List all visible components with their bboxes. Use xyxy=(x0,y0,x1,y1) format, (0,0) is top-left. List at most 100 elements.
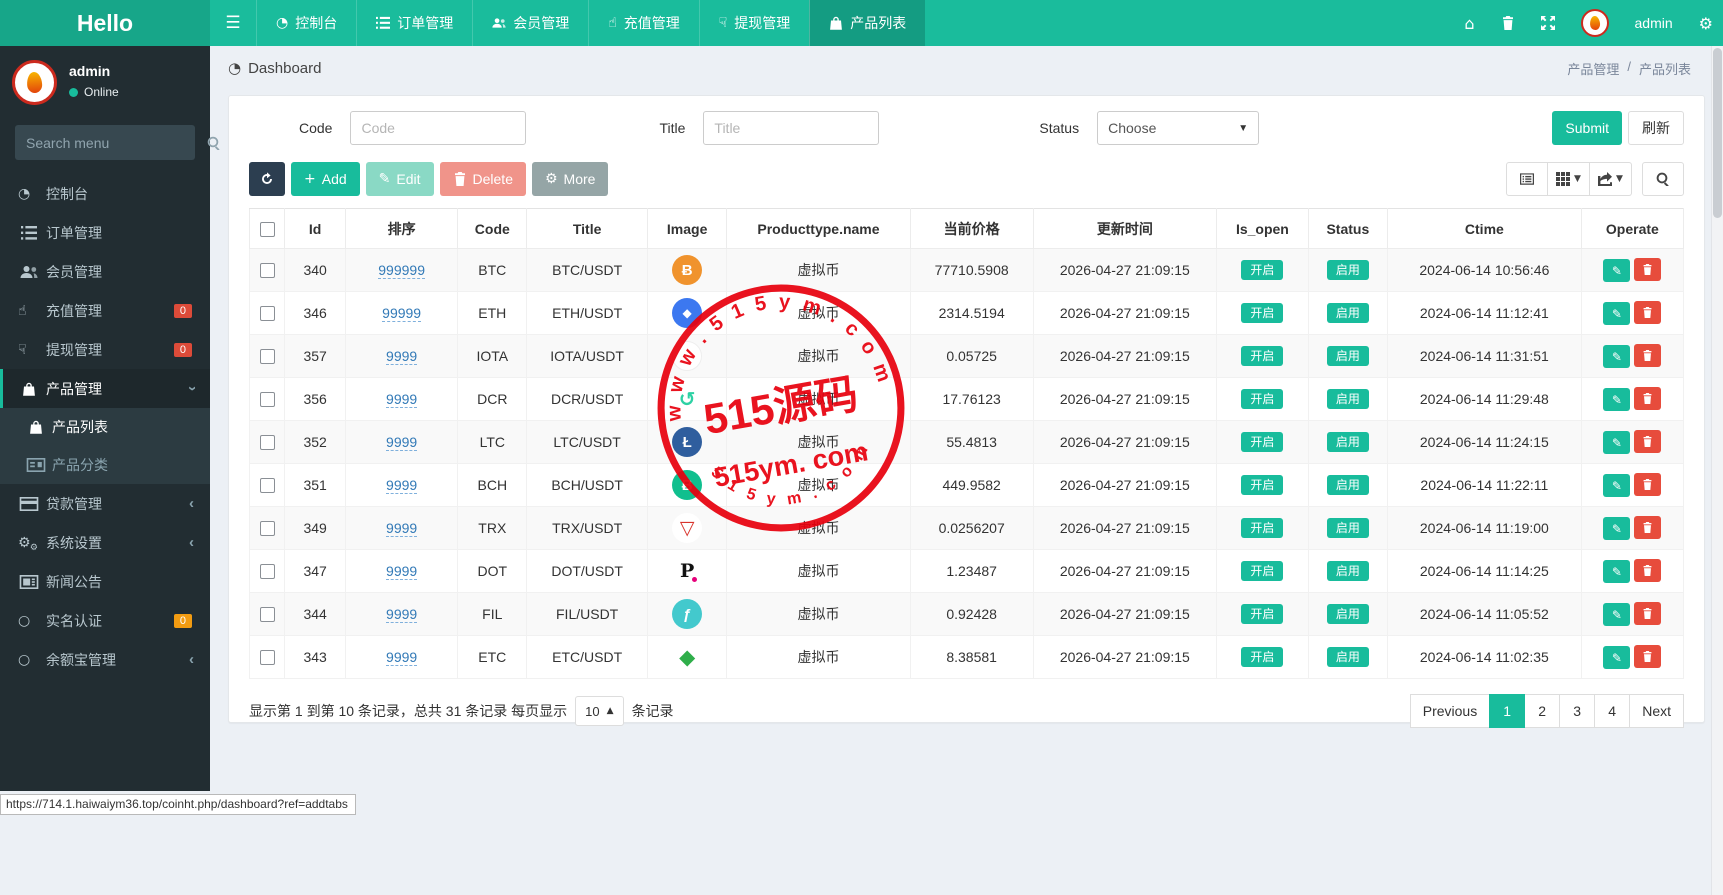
row-edit-button[interactable]: ✎ xyxy=(1603,345,1631,369)
scrollbar-thumb[interactable] xyxy=(1713,48,1722,218)
sidebar-item-5[interactable]: ☟ 提现管理 0 xyxy=(0,330,210,369)
row-edit-button[interactable]: ✎ xyxy=(1603,560,1631,584)
status-filter-select[interactable]: Choose ▼ xyxy=(1097,111,1260,145)
user-settings-gear-icon[interactable]: ⚙ xyxy=(1699,14,1713,33)
sidebar-item-9[interactable]: 新闻公告 xyxy=(0,562,210,601)
export-button[interactable]: ▼ xyxy=(1590,162,1632,196)
page-size-select[interactable]: 10 ▲ xyxy=(575,696,624,726)
sort-value-link[interactable]: 9999 xyxy=(386,391,418,408)
refresh-table-button[interactable] xyxy=(249,162,285,196)
sidebar-item-3[interactable]: 会员管理 xyxy=(0,252,210,291)
submit-button[interactable]: Submit xyxy=(1552,111,1622,145)
navbar-tab-2[interactable]: 订单管理 xyxy=(356,0,472,46)
sidebar-item-4[interactable]: ☝ 充值管理 0 xyxy=(0,291,210,330)
sidebar-subitem-2[interactable]: 产品分类 xyxy=(0,446,210,484)
search-toggle-button[interactable] xyxy=(1642,162,1684,196)
sort-value-link[interactable]: 999999 xyxy=(378,262,425,279)
search-icon[interactable] xyxy=(207,135,221,151)
title-filter-input[interactable] xyxy=(703,111,880,145)
detail-view-button[interactable] xyxy=(1506,162,1548,196)
row-delete-button[interactable] xyxy=(1634,257,1662,281)
page-button-3[interactable]: 3 xyxy=(1559,694,1596,728)
row-checkbox[interactable] xyxy=(259,650,275,666)
row-edit-button[interactable]: ✎ xyxy=(1603,474,1631,498)
edit-button-toolbar[interactable]: ✎ Edit xyxy=(365,162,434,196)
page-button-1[interactable]: 1 xyxy=(1489,694,1526,728)
add-button[interactable]: + Add xyxy=(291,162,360,196)
row-checkbox[interactable] xyxy=(259,349,275,365)
cell-isopen: 开启 xyxy=(1216,420,1309,464)
breadcrumb-section[interactable]: 产品管理 xyxy=(1567,59,1619,78)
row-delete-button[interactable] xyxy=(1634,472,1662,496)
column-header-11: Ctime xyxy=(1386,208,1582,249)
cell-price: 449.9582 xyxy=(909,463,1034,507)
row-edit-button[interactable]: ✎ xyxy=(1603,259,1631,283)
row-edit-button[interactable]: ✎ xyxy=(1603,646,1631,670)
page-button-2[interactable]: 2 xyxy=(1524,694,1561,728)
sort-value-link[interactable]: 9999 xyxy=(386,606,418,623)
code-filter-input[interactable] xyxy=(350,111,527,145)
user-avatar[interactable] xyxy=(1580,9,1609,37)
status-filter-label: Status xyxy=(1039,120,1080,136)
clear-cache-trash-icon[interactable] xyxy=(1501,15,1515,31)
row-edit-button[interactable]: ✎ xyxy=(1603,603,1631,627)
columns-button[interactable]: ▼ xyxy=(1548,162,1590,196)
row-delete-button[interactable] xyxy=(1634,343,1662,367)
row-checkbox[interactable] xyxy=(259,607,275,623)
sidebar-item-7[interactable]: 贷款管理 ‹ xyxy=(0,484,210,523)
row-delete-button[interactable] xyxy=(1634,515,1662,539)
sidebar-item-10[interactable]: ○ 实名认证 0 xyxy=(0,601,210,640)
more-button[interactable]: ⚙ More xyxy=(531,162,609,196)
row-delete-button[interactable] xyxy=(1634,644,1662,668)
row-checkbox[interactable] xyxy=(259,435,275,451)
navbar-tab-6[interactable]: 产品列表 xyxy=(809,0,926,46)
cell-sort: 9999 xyxy=(344,420,459,464)
row-edit-button[interactable]: ✎ xyxy=(1603,388,1631,412)
navbar-tab-3[interactable]: 会员管理 xyxy=(472,0,588,46)
sidebar-item-1[interactable]: ◔ 控制台 xyxy=(0,174,210,213)
sort-value-link[interactable]: 99999 xyxy=(382,305,422,322)
row-delete-button[interactable] xyxy=(1634,300,1662,324)
sidebar-item-6[interactable]: 产品管理 ‹ xyxy=(0,369,210,408)
sidebar-item-11[interactable]: ○ 余额宝管理 ‹ xyxy=(0,640,210,679)
row-checkbox[interactable] xyxy=(259,392,275,408)
sort-value-link[interactable]: 9999 xyxy=(386,348,418,365)
select-all-checkbox[interactable] xyxy=(259,221,275,237)
row-delete-button[interactable] xyxy=(1634,386,1662,410)
row-delete-button[interactable] xyxy=(1634,429,1662,453)
row-checkbox[interactable] xyxy=(259,478,275,494)
page-button-next[interactable]: Next xyxy=(1629,694,1684,728)
sort-value-link[interactable]: 9999 xyxy=(386,434,418,451)
refresh-filter-button[interactable]: 刷新 xyxy=(1628,111,1684,145)
sort-value-link[interactable]: 9999 xyxy=(386,649,418,666)
page-button-4[interactable]: 4 xyxy=(1594,694,1631,728)
navbar-tab-1[interactable]: ◔ 控制台 xyxy=(256,0,356,46)
sidebar-search-input[interactable] xyxy=(26,134,207,151)
row-edit-button[interactable]: ✎ xyxy=(1603,302,1631,326)
delete-button-toolbar[interactable]: Delete xyxy=(439,162,526,196)
cell-price: 1.23487 xyxy=(909,549,1034,593)
scrollbar[interactable] xyxy=(1711,46,1723,895)
page-button-previous[interactable]: Previous xyxy=(1409,694,1491,728)
home-icon[interactable]: ⌂ xyxy=(1464,14,1474,33)
sort-value-link[interactable]: 9999 xyxy=(386,520,418,537)
brand-logo[interactable]: Hello xyxy=(0,0,210,46)
sidebar-item-2[interactable]: 订单管理 xyxy=(0,213,210,252)
sort-value-link[interactable]: 9999 xyxy=(386,477,418,494)
row-checkbox[interactable] xyxy=(259,306,275,322)
row-checkbox[interactable] xyxy=(259,263,275,279)
navbar-tab-5[interactable]: ☟ 提现管理 xyxy=(698,0,810,46)
row-edit-button[interactable]: ✎ xyxy=(1603,517,1631,541)
sidebar-toggle-button[interactable]: ☰ xyxy=(210,0,256,46)
row-checkbox[interactable] xyxy=(259,521,275,537)
row-delete-button[interactable] xyxy=(1634,558,1662,582)
sidebar-item-8[interactable]: ⚙ ⚙ 系统设置 ‹ xyxy=(0,523,210,562)
row-checkbox[interactable] xyxy=(259,564,275,580)
row-delete-button[interactable] xyxy=(1634,601,1662,625)
sort-value-link[interactable]: 9999 xyxy=(386,563,418,580)
sidebar-subitem-1[interactable]: 产品列表 xyxy=(0,408,210,446)
username[interactable]: admin xyxy=(1635,15,1673,31)
fullscreen-icon[interactable] xyxy=(1540,15,1555,31)
row-edit-button[interactable]: ✎ xyxy=(1603,431,1631,455)
navbar-tab-4[interactable]: ☝ 充值管理 xyxy=(588,0,699,46)
